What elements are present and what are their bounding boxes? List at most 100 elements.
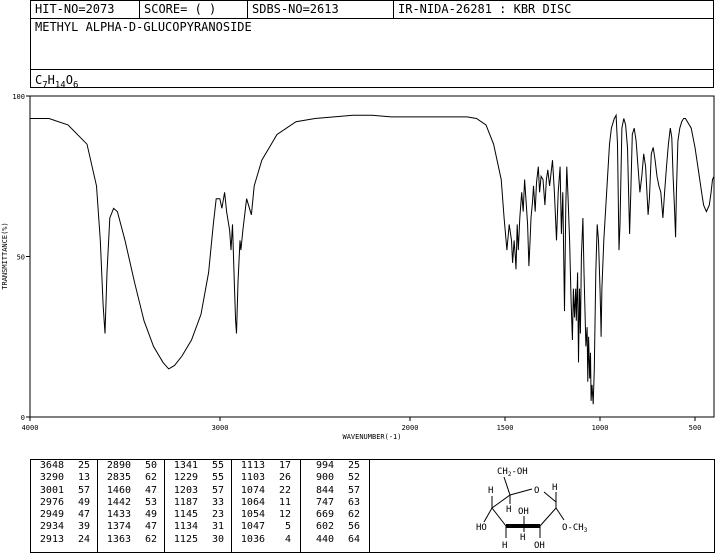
peak-wavenumber: 1442 [106, 496, 131, 508]
peak-row: 602 56 [301, 521, 369, 533]
peak-transmittance: 17 [278, 460, 291, 471]
peak-row: 1374 47 [98, 521, 164, 533]
peak-wavenumber: 2976 [39, 496, 64, 508]
bond [555, 507, 565, 521]
peak-wavenumber: 669 [315, 509, 334, 521]
bond [543, 491, 557, 503]
peak-column: 3648 25 3290 13 3001 57 2976 49 2949 47 2934 39 2913… [31, 460, 98, 552]
peak-table: 3648 25 3290 13 3001 57 2976 49 2949 47 2934 39 2913… [30, 459, 715, 553]
peak-row: 1036 4 [232, 534, 300, 546]
peak-wavenumber: 844 [315, 484, 334, 496]
x-tick-label: 1500 [497, 424, 514, 432]
peak-wavenumber: 1103 [240, 472, 265, 484]
peak-row: 2835 62 [98, 472, 164, 484]
peak-transmittance: 49 [144, 509, 157, 521]
peak-wavenumber: 1134 [173, 521, 198, 533]
peak-wavenumber: 1113 [240, 460, 265, 471]
peak-row: 1134 31 [165, 521, 231, 533]
peak-wavenumber: 747 [315, 496, 334, 508]
peak-transmittance: 55 [211, 460, 224, 471]
peak-row: 844 57 [301, 485, 369, 497]
plot-frame [29, 95, 715, 418]
peak-wavenumber: 900 [315, 472, 334, 484]
peak-wavenumber: 1433 [106, 509, 131, 521]
x-tick-label: 500 [689, 424, 702, 432]
peak-row: 1363 62 [98, 534, 164, 546]
peak-row: 1054 12 [232, 509, 300, 521]
h-label: H [520, 533, 525, 543]
peak-transmittance: 50 [144, 460, 157, 471]
bond [491, 507, 507, 527]
peak-wavenumber: 2890 [106, 460, 131, 471]
peak-wavenumber: 602 [315, 521, 334, 533]
y-tick-label: 100 [12, 93, 25, 101]
peak-transmittance: 57 [211, 484, 224, 496]
peak-transmittance: 5 [284, 521, 291, 533]
peak-row: 1187 33 [165, 497, 231, 509]
y-tick-label: 50 [17, 254, 25, 262]
header-panel: HIT-NO=2073 SCORE= ( ) SDBS-NO=2613 IR-N… [30, 0, 714, 90]
peak-row: 900 52 [301, 472, 369, 484]
peak-row: 3290 13 [31, 472, 97, 484]
peak-transmittance: 57 [77, 484, 90, 496]
h-label: H [488, 486, 493, 496]
peak-transmittance: 13 [77, 472, 90, 484]
peak-row: 1229 55 [165, 472, 231, 484]
peak-transmittance: 53 [144, 496, 157, 508]
peak-row: 1145 23 [165, 509, 231, 521]
peak-transmittance: 23 [211, 509, 224, 521]
peak-column: 1113 17 1103 26 1074 22 1064 11 1054 12 1047 5 1036 4 [232, 460, 301, 552]
bond [503, 476, 511, 496]
peak-wavenumber: 2835 [106, 472, 131, 484]
peak-transmittance: 4 [284, 533, 291, 545]
peak-wavenumber: 440 [315, 533, 334, 545]
header-row: HIT-NO=2073 SCORE= ( ) SDBS-NO=2613 IR-N… [31, 1, 713, 19]
y-tick-label: 0 [21, 414, 25, 422]
peak-column: 2890 50 2835 62 1460 47 1442 53 1433 49 1374 47 1363… [98, 460, 165, 552]
peak-wavenumber: 1074 [240, 484, 265, 496]
peak-transmittance: 47 [77, 509, 90, 521]
peak-row: 3001 57 [31, 485, 97, 497]
peak-wavenumber: 1047 [240, 521, 265, 533]
peak-column: 1341 55 1229 55 1203 57 1187 33 1145 23 1134 31 1125… [165, 460, 232, 552]
peak-transmittance: 62 [144, 472, 157, 484]
peak-transmittance: 22 [278, 484, 291, 496]
peak-row: 1460 47 [98, 485, 164, 497]
peak-transmittance: 25 [77, 460, 90, 471]
peak-wavenumber: 1374 [106, 521, 131, 533]
peak-wavenumber: 1187 [173, 496, 198, 508]
x-tick-label: 3000 [212, 424, 229, 432]
peak-transmittance: 26 [278, 472, 291, 484]
peak-row: 2913 24 [31, 534, 97, 546]
peak-wavenumber: 1036 [240, 533, 265, 545]
peak-transmittance: 39 [77, 521, 90, 533]
x-axis-label: WAVENUMBER(-1) [342, 433, 401, 441]
peak-row: 2949 47 [31, 509, 97, 521]
peak-transmittance: 11 [278, 496, 291, 508]
peak-row: 2934 39 [31, 521, 97, 533]
peak-transmittance: 12 [278, 509, 291, 521]
bond [483, 507, 493, 523]
peak-wavenumber: 1064 [240, 496, 265, 508]
peak-row: 2890 50 [98, 460, 164, 472]
oh-label: OH [518, 507, 529, 517]
peak-transmittance: 64 [347, 533, 360, 545]
ir-spectrum-chart: 0 50 100 4000 3000 2000 1500 1000 500 WAVENUMBE… [1, 93, 715, 441]
oh-label: OH [534, 541, 545, 551]
peak-wavenumber: 1229 [173, 472, 198, 484]
peak-row: 1341 55 [165, 460, 231, 472]
peak-transmittance: 63 [347, 496, 360, 508]
molecular-structure: CH2-OH O H H H OH HO H OH H O-CH3 [476, 467, 588, 551]
peak-transmittance: 52 [347, 472, 360, 484]
peak-wavenumber: 1145 [173, 509, 198, 521]
score: SCORE= ( ) [140, 1, 248, 18]
peak-wavenumber: 2949 [39, 509, 64, 521]
peak-transmittance: 62 [144, 533, 157, 545]
peak-row: 1433 49 [98, 509, 164, 521]
spectrum-line [30, 113, 715, 405]
divider [31, 69, 713, 70]
y-axis-label: TRANSMITTANCE(%) [1, 222, 9, 289]
bond [509, 488, 533, 496]
peak-transmittance: 55 [211, 472, 224, 484]
peak-wavenumber: 1125 [173, 533, 198, 545]
